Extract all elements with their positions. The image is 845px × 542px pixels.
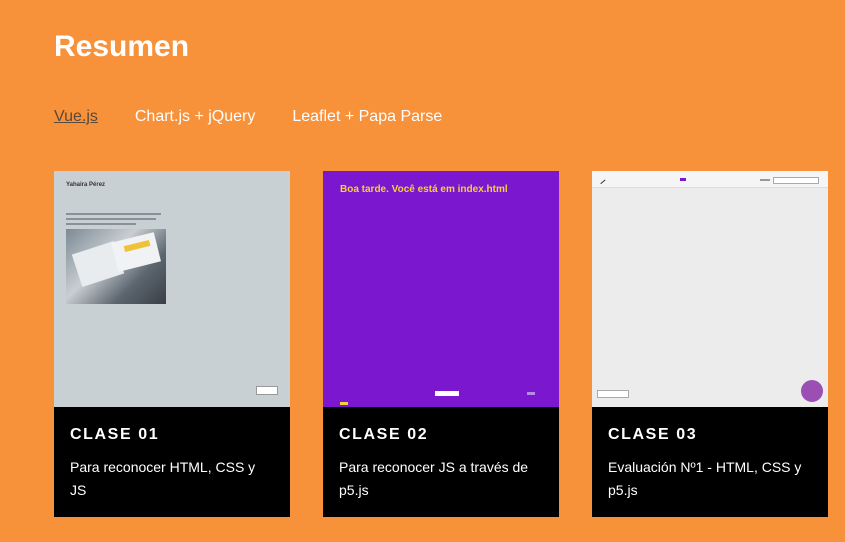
thumbnail-text-lines — [66, 213, 166, 228]
thumbnail-footer-links — [340, 392, 362, 405]
thumbnail-label — [760, 179, 770, 181]
thumbnail-heading: Yahaira Pérez — [66, 182, 106, 188]
card-title: CLASE 03 — [608, 426, 698, 443]
card-title: CLASE 02 — [339, 426, 429, 443]
thumbnail-select — [773, 177, 819, 184]
page-title: Resumen — [54, 30, 190, 63]
class-card-01[interactable]: Yahaira Pérez CLASE 01 Para reconocer HT… — [54, 171, 290, 517]
color-swatch — [680, 178, 686, 181]
thumbnail-heading: Boa tarde. Você está em index.html — [340, 184, 508, 195]
card-description: Evaluación Nº1 - HTML, CSS y p5.js — [608, 459, 802, 498]
thumbnail-button — [256, 386, 278, 395]
thumbnail-footer-button — [435, 391, 459, 396]
thumbnail-mini-button — [597, 390, 629, 398]
card-title: CLASE 01 — [70, 426, 160, 443]
thumbnail-photo — [66, 229, 166, 304]
pencil-icon — [596, 174, 606, 185]
card-thumbnail: Yahaira Pérez — [54, 171, 290, 407]
tab-leaflet-papaparse[interactable]: Leaflet + Papa Parse — [292, 108, 442, 126]
thumbnail-footer-link — [527, 392, 535, 395]
tab-nav: Vue.js Chart.js + jQuery Leaflet + Papa … — [54, 108, 442, 126]
thumbnail-toolbar — [592, 171, 828, 188]
card-description: Para reconocer HTML, CSS y JS — [70, 459, 256, 498]
class-card-03[interactable]: CLASE 03 Evaluación Nº1 - HTML, CSS y p5… — [592, 171, 828, 517]
thumbnail-circle — [801, 380, 823, 402]
card-thumbnail: Boa tarde. Você está em index.html — [323, 171, 559, 407]
card-thumbnail — [592, 171, 828, 407]
tab-vuejs[interactable]: Vue.js — [54, 108, 98, 126]
card-description: Para reconocer JS a través de p5.js — [339, 459, 529, 498]
tab-chartjs-jquery[interactable]: Chart.js + jQuery — [135, 108, 255, 126]
class-card-02[interactable]: Boa tarde. Você está em index.html CLASE… — [323, 171, 559, 517]
